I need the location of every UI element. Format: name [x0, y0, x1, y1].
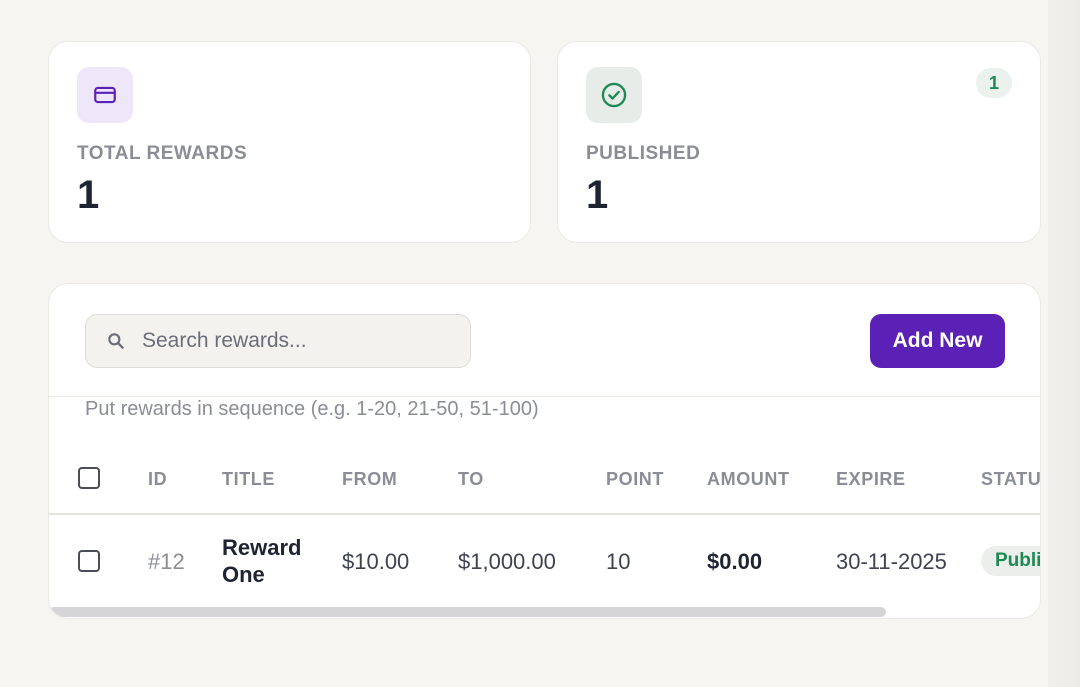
- horizontal-scrollbar[interactable]: [49, 607, 886, 617]
- sequence-hint: Put rewards in sequence (e.g. 1-20, 21-5…: [85, 398, 539, 420]
- search-box[interactable]: [85, 314, 471, 368]
- header-title[interactable]: TITLE: [222, 469, 275, 490]
- published-count-badge: 1: [976, 68, 1012, 98]
- header-id[interactable]: ID: [148, 469, 167, 490]
- header-point[interactable]: POINT: [606, 469, 664, 490]
- row-point: 10: [606, 549, 631, 574]
- toolbar-divider: [49, 396, 1040, 397]
- header-divider: [49, 513, 1040, 515]
- published-card: 1 PUBLISHED 1: [557, 41, 1041, 243]
- card-icon: [77, 67, 133, 123]
- row-expire: 30-11-2025: [836, 549, 947, 574]
- stat-value: 1: [77, 173, 100, 217]
- row-id: #12: [148, 549, 185, 574]
- rewards-table-card: Add New Put rewards in sequence (e.g. 1-…: [48, 283, 1041, 619]
- total-rewards-card: TOTAL REWARDS 1: [48, 41, 531, 243]
- header-expire[interactable]: EXPIRE: [836, 469, 906, 490]
- page-edge-shade: [1048, 0, 1080, 687]
- row-from: $10.00: [342, 549, 410, 574]
- stat-value: 1: [586, 173, 609, 217]
- search-icon: [108, 333, 124, 349]
- stat-label: PUBLISHED: [586, 143, 701, 164]
- row-to: $1,000.00: [458, 549, 556, 574]
- status-badge: Published: [981, 546, 1040, 576]
- select-all-checkbox[interactable]: [78, 467, 100, 489]
- add-new-button[interactable]: Add New: [870, 314, 1005, 368]
- row-title[interactable]: Reward One: [222, 534, 312, 588]
- header-to[interactable]: TO: [458, 469, 484, 490]
- search-input[interactable]: [140, 328, 444, 354]
- header-status[interactable]: STATUS: [981, 469, 1040, 490]
- header-amount[interactable]: AMOUNT: [707, 469, 790, 490]
- header-from[interactable]: FROM: [342, 469, 397, 490]
- row-amount: $0.00: [707, 549, 763, 574]
- row-checkbox[interactable]: [78, 550, 100, 572]
- check-circle-icon: [586, 67, 642, 123]
- stat-label: TOTAL REWARDS: [77, 143, 248, 164]
